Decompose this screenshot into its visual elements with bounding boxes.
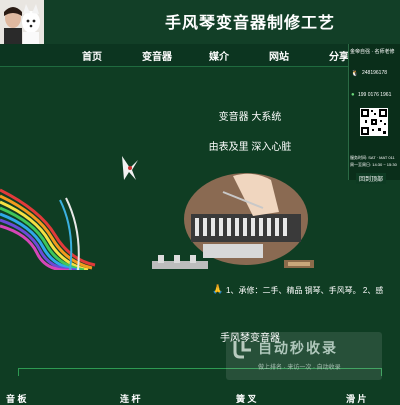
card-phone-number: 199 0176 1961 [358, 92, 392, 98]
wechat-icon: ● [351, 92, 355, 98]
tab-linkage[interactable]: 连 杆 [120, 392, 141, 405]
scroll-top-button[interactable]: 回到顶部 [356, 173, 387, 184]
card-qq-number: 248196178 [362, 70, 388, 76]
watermark-subtext: 做上排名 · 来访一次 · 自动收录 [258, 365, 341, 371]
nav-item-shifter[interactable]: 变音器 [142, 48, 172, 63]
watermark-text: 自动秒收录 [258, 340, 338, 356]
nav-item-share[interactable]: 分享 [329, 48, 349, 63]
card-footer-line: 服务时间: SAT · MAT 011 [350, 155, 395, 160]
shifter-part-image [152, 255, 208, 269]
rainbow-swirl-image [0, 188, 96, 270]
bird-icon [122, 156, 138, 180]
hero-tagline: 由表及里 深入心脏 [208, 142, 292, 153]
nav-item-sites[interactable]: 网站 [269, 48, 289, 63]
qr-code[interactable] [360, 108, 388, 136]
reed-part-image [284, 260, 314, 268]
service-marquee: 1、承修：二手、精品 钢琴、手风琴。 2、感 [226, 286, 384, 295]
nav-item-media[interactable]: 媒介 [209, 48, 229, 63]
tab-soundboard[interactable]: 音 板 [6, 392, 27, 405]
card-footer-line: 周一至周日: 14:30 ~ 15:30 [350, 162, 397, 167]
accordion-repair-photo [184, 173, 308, 265]
prayer-icon: 🙏 [212, 284, 224, 294]
nav-item-home[interactable]: 首页 [82, 48, 102, 63]
tab-reed-fork[interactable]: 簧 叉 [236, 392, 257, 405]
card-title: 金帝自强 · 名师老修 [350, 49, 395, 55]
qq-icon: 🐧 [351, 71, 359, 77]
hero-tagline: 变音器 大系统 [218, 112, 282, 123]
watermark-logo-icon [233, 341, 251, 359]
tab-slider[interactable]: 滑 片 [346, 392, 367, 405]
avatar[interactable] [0, 0, 44, 44]
site-title: 手风琴变音器制修工艺 [164, 15, 335, 32]
divider-tick [18, 368, 19, 376]
